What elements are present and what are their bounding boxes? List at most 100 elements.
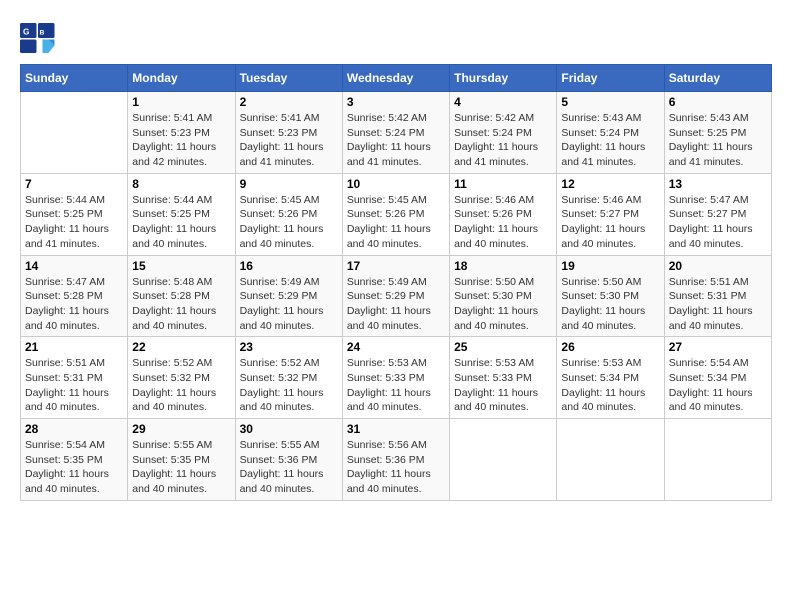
day-number: 1 [132,95,230,109]
calendar-cell: 11 Sunrise: 5:46 AM Sunset: 5:26 PM Dayli… [450,173,557,255]
logo-icon: G B [20,20,56,56]
calendar-week-3: 14 Sunrise: 5:47 AM Sunset: 5:28 PM Dayli… [21,255,772,337]
calendar-cell: 30Sunrise: 5:55 AM Sunset: 5:36 PM Dayli… [235,419,342,501]
calendar-cell: 21 Sunrise: 5:51 AM Sunset: 5:31 PM Dayli… [21,337,128,419]
calendar-cell: 15 Sunrise: 5:48 AM Sunset: 5:28 PM Dayli… [128,255,235,337]
calendar-week-1: 1 Sunrise: 5:41 AM Sunset: 5:23 PM Daylig… [21,92,772,174]
calendar-cell [21,92,128,174]
day-detail: Sunrise: 5:50 AM Sunset: 5:30 PM Dayligh… [454,275,552,334]
day-detail: Sunrise: 5:42 AM Sunset: 5:24 PM Dayligh… [454,111,552,170]
calendar-cell: 14 Sunrise: 5:47 AM Sunset: 5:28 PM Dayli… [21,255,128,337]
day-number: 4 [454,95,552,109]
day-number: 22 [132,340,230,354]
day-number: 14 [25,259,123,273]
calendar-cell: 20 Sunrise: 5:51 AM Sunset: 5:31 PM Dayli… [664,255,771,337]
calendar-cell: 26 Sunrise: 5:53 AM Sunset: 5:34 PM Dayli… [557,337,664,419]
page-header: G B [20,20,772,56]
day-detail: Sunrise: 5:45 AM Sunset: 5:26 PM Dayligh… [347,193,445,252]
day-detail: Sunrise: 5:55 AM Sunset: 5:35 PM Dayligh… [132,438,230,497]
calendar-cell: 8 Sunrise: 5:44 AM Sunset: 5:25 PM Daylig… [128,173,235,255]
day-detail: Sunrise: 5:46 AM Sunset: 5:26 PM Dayligh… [454,193,552,252]
day-number: 10 [347,177,445,191]
calendar-cell: 29 Sunrise: 5:55 AM Sunset: 5:35 PM Dayli… [128,419,235,501]
calendar-cell: 6 Sunrise: 5:43 AM Sunset: 5:25 PM Daylig… [664,92,771,174]
weekday-header-monday: Monday [128,65,235,92]
calendar-cell: 9Sunrise: 5:45 AM Sunset: 5:26 PM Daylig… [235,173,342,255]
day-detail: Sunrise: 5:53 AM Sunset: 5:34 PM Dayligh… [561,356,659,415]
day-detail: Sunrise: 5:47 AM Sunset: 5:27 PM Dayligh… [669,193,767,252]
weekday-header-saturday: Saturday [664,65,771,92]
day-number: 27 [669,340,767,354]
day-number: 25 [454,340,552,354]
day-detail: Sunrise: 5:53 AM Sunset: 5:33 PM Dayligh… [347,356,445,415]
day-number: 16 [240,259,338,273]
calendar-cell [557,419,664,501]
calendar-cell: 22 Sunrise: 5:52 AM Sunset: 5:32 PM Dayli… [128,337,235,419]
calendar-week-4: 21 Sunrise: 5:51 AM Sunset: 5:31 PM Dayli… [21,337,772,419]
day-number: 24 [347,340,445,354]
day-detail: Sunrise: 5:47 AM Sunset: 5:28 PM Dayligh… [25,275,123,334]
calendar-cell: 4 Sunrise: 5:42 AM Sunset: 5:24 PM Daylig… [450,92,557,174]
day-number: 29 [132,422,230,436]
day-number: 18 [454,259,552,273]
calendar-cell: 3 Sunrise: 5:42 AM Sunset: 5:24 PM Daylig… [342,92,449,174]
calendar-cell: 2 Sunrise: 5:41 AM Sunset: 5:23 PM Daylig… [235,92,342,174]
day-number: 17 [347,259,445,273]
day-number: 21 [25,340,123,354]
day-detail: Sunrise: 5:43 AM Sunset: 5:24 PM Dayligh… [561,111,659,170]
day-number: 28 [25,422,123,436]
day-detail: Sunrise: 5:49 AM Sunset: 5:29 PM Dayligh… [347,275,445,334]
calendar-cell [664,419,771,501]
calendar-cell: 31Sunrise: 5:56 AM Sunset: 5:36 PM Dayli… [342,419,449,501]
day-detail: Sunrise: 5:53 AM Sunset: 5:33 PM Dayligh… [454,356,552,415]
calendar-cell: 7Sunrise: 5:44 AM Sunset: 5:25 PM Daylig… [21,173,128,255]
calendar-cell: 12Sunrise: 5:46 AM Sunset: 5:27 PM Dayli… [557,173,664,255]
day-detail: Sunrise: 5:52 AM Sunset: 5:32 PM Dayligh… [240,356,338,415]
day-number: 31 [347,422,445,436]
day-detail: Sunrise: 5:48 AM Sunset: 5:28 PM Dayligh… [132,275,230,334]
day-number: 9 [240,177,338,191]
svg-text:G: G [23,27,29,36]
day-detail: Sunrise: 5:44 AM Sunset: 5:25 PM Dayligh… [132,193,230,252]
day-detail: Sunrise: 5:41 AM Sunset: 5:23 PM Dayligh… [240,111,338,170]
day-number: 15 [132,259,230,273]
day-number: 20 [669,259,767,273]
day-number: 11 [454,177,552,191]
calendar-cell: 17 Sunrise: 5:49 AM Sunset: 5:29 PM Dayli… [342,255,449,337]
day-number: 26 [561,340,659,354]
day-number: 23 [240,340,338,354]
day-number: 8 [132,177,230,191]
day-number: 3 [347,95,445,109]
day-detail: Sunrise: 5:54 AM Sunset: 5:35 PM Dayligh… [25,438,123,497]
day-detail: Sunrise: 5:43 AM Sunset: 5:25 PM Dayligh… [669,111,767,170]
day-detail: Sunrise: 5:44 AM Sunset: 5:25 PM Dayligh… [25,193,123,252]
calendar-cell: 23 Sunrise: 5:52 AM Sunset: 5:32 PM Dayli… [235,337,342,419]
weekday-header-sunday: Sunday [21,65,128,92]
day-number: 5 [561,95,659,109]
day-number: 19 [561,259,659,273]
calendar-cell: 27Sunrise: 5:54 AM Sunset: 5:34 PM Dayli… [664,337,771,419]
day-detail: Sunrise: 5:50 AM Sunset: 5:30 PM Dayligh… [561,275,659,334]
logo: G B [20,20,60,56]
day-detail: Sunrise: 5:49 AM Sunset: 5:29 PM Dayligh… [240,275,338,334]
day-detail: Sunrise: 5:51 AM Sunset: 5:31 PM Dayligh… [25,356,123,415]
day-detail: Sunrise: 5:41 AM Sunset: 5:23 PM Dayligh… [132,111,230,170]
weekday-header-friday: Friday [557,65,664,92]
day-number: 12 [561,177,659,191]
day-number: 2 [240,95,338,109]
day-number: 6 [669,95,767,109]
calendar-cell: 1 Sunrise: 5:41 AM Sunset: 5:23 PM Daylig… [128,92,235,174]
day-detail: Sunrise: 5:55 AM Sunset: 5:36 PM Dayligh… [240,438,338,497]
weekday-header-tuesday: Tuesday [235,65,342,92]
calendar-cell: 25 Sunrise: 5:53 AM Sunset: 5:33 PM Dayli… [450,337,557,419]
day-detail: Sunrise: 5:52 AM Sunset: 5:32 PM Dayligh… [132,356,230,415]
weekday-header-thursday: Thursday [450,65,557,92]
calendar-header: SundayMondayTuesdayWednesdayThursdayFrid… [21,65,772,92]
day-number: 13 [669,177,767,191]
day-detail: Sunrise: 5:51 AM Sunset: 5:31 PM Dayligh… [669,275,767,334]
calendar-week-5: 28 Sunrise: 5:54 AM Sunset: 5:35 PM Dayli… [21,419,772,501]
calendar-cell: 10 Sunrise: 5:45 AM Sunset: 5:26 PM Dayli… [342,173,449,255]
calendar-cell [450,419,557,501]
day-detail: Sunrise: 5:42 AM Sunset: 5:24 PM Dayligh… [347,111,445,170]
calendar-cell: 19 Sunrise: 5:50 AM Sunset: 5:30 PM Dayli… [557,255,664,337]
